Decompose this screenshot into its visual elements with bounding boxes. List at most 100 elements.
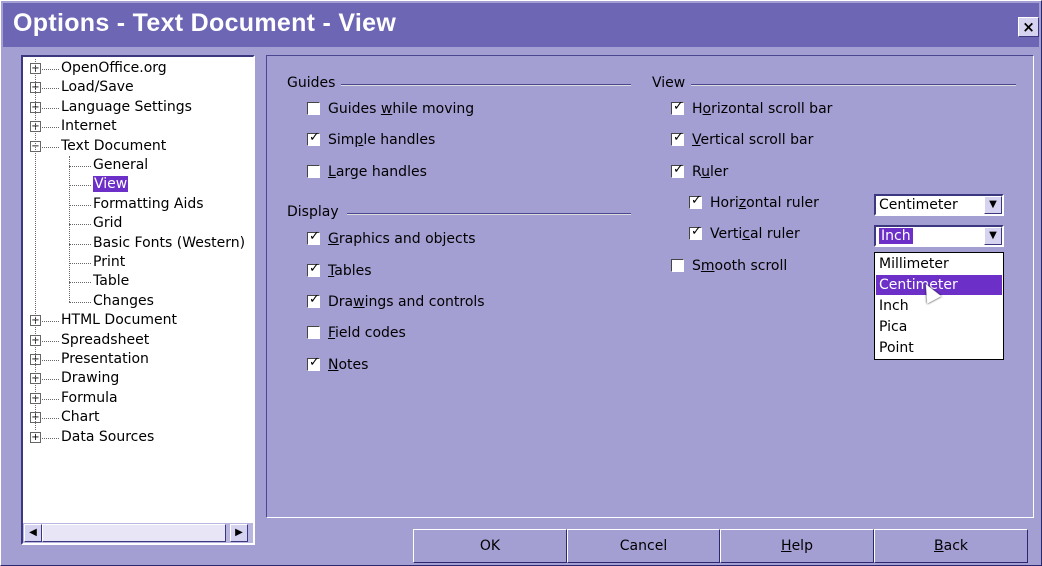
- tree-item-table[interactable]: Table: [93, 272, 129, 291]
- tree-item-internet[interactable]: Internet: [61, 117, 117, 136]
- checkbox-label: Vertical ruler: [710, 226, 800, 242]
- tree-item-openoffice-org[interactable]: OpenOffice.org: [61, 59, 167, 78]
- tree-connector: [42, 418, 59, 420]
- tree-item-language-settings[interactable]: Language Settings: [61, 98, 192, 117]
- display-tables-checkbox[interactable]: ✓ Tables: [307, 261, 372, 282]
- checkbox-box[interactable]: ✓: [689, 193, 702, 209]
- checkbox-label: Tables: [328, 263, 372, 279]
- tree-item-data-sources[interactable]: Data Sources: [61, 428, 154, 447]
- ok-button[interactable]: OK: [413, 529, 567, 563]
- tree-item-presentation[interactable]: Presentation: [61, 350, 149, 369]
- tree-connector: [42, 69, 59, 70]
- checkbox-box[interactable]: ✓: [671, 162, 684, 178]
- tree-item-text-document[interactable]: Text Document: [61, 137, 166, 156]
- checkmark-icon: ✓: [691, 224, 702, 239]
- guides-divider: [341, 84, 631, 86]
- tree-item-print[interactable]: Print: [93, 253, 125, 272]
- display-field-codes-checkbox[interactable]: Field codes: [307, 324, 406, 344]
- tree-connector: [69, 166, 91, 167]
- checkbox-box[interactable]: [307, 102, 320, 115]
- guides-group-title: Guides: [287, 75, 336, 91]
- display-drawings-and-controls-checkbox[interactable]: ✓ Drawings and controls: [307, 292, 485, 313]
- checkmark-icon: ✓: [673, 162, 684, 177]
- scroll-right-icon[interactable]: ▶: [230, 524, 248, 542]
- tree-item-general[interactable]: General: [93, 156, 148, 175]
- checkbox-box[interactable]: ✓: [689, 224, 702, 240]
- tree-item-drawing[interactable]: Drawing: [61, 369, 119, 388]
- tree-item-changes[interactable]: Changes: [93, 292, 154, 311]
- tree-item-chart[interactable]: Chart: [61, 408, 99, 427]
- horizontal-ruler-unit-value: Centimeter: [879, 197, 958, 213]
- cancel-button[interactable]: Cancel: [567, 529, 720, 563]
- checkbox-box[interactable]: ✓: [671, 130, 684, 146]
- close-icon[interactable]: ×: [1018, 17, 1039, 37]
- view-vertical-scroll-bar-checkbox[interactable]: ✓ Vertical scroll bar: [671, 130, 813, 151]
- back-accelerator: B: [934, 538, 944, 554]
- tree-item-grid[interactable]: Grid: [93, 214, 122, 233]
- checkmark-icon: ✓: [309, 355, 320, 370]
- tree-horizontal-scrollbar[interactable]: ◀ ▶: [23, 523, 253, 543]
- checkbox-label: Drawings and controls: [328, 294, 485, 310]
- tree-item-html-document[interactable]: HTML Document: [61, 311, 177, 330]
- tree-connector: [42, 321, 59, 323]
- tree-item-label: Internet: [61, 118, 117, 135]
- back-button[interactable]: Back: [874, 529, 1028, 563]
- options-dialog: Options - Text Document - View × OpenOff…: [0, 0, 1042, 566]
- checkbox-box[interactable]: ✓: [307, 261, 320, 277]
- checkbox-box[interactable]: [307, 326, 320, 339]
- view-ruler-checkbox[interactable]: ✓ Ruler: [671, 162, 728, 183]
- checkbox-label: Simple handles: [328, 132, 436, 148]
- horizontal-ruler-unit-select[interactable]: Centimeter ▼: [874, 194, 1004, 216]
- scroll-thumb[interactable]: [42, 524, 226, 542]
- checkbox-label: Notes: [328, 357, 369, 373]
- title-bar[interactable]: Options - Text Document - View ×: [3, 3, 1039, 47]
- tree-item-basic-fonts-western[interactable]: Basic Fonts (Western): [93, 234, 245, 253]
- unit-dropdown-list[interactable]: Millimeter Centimeter Inch Pica Point: [874, 252, 1004, 360]
- unit-option-millimeter[interactable]: Millimeter: [876, 254, 1002, 274]
- view-horizontal-ruler-checkbox[interactable]: ✓ Horizontal ruler: [689, 193, 819, 214]
- unit-option-pica[interactable]: Pica: [876, 317, 1002, 337]
- unit-option-point[interactable]: Point: [876, 338, 1002, 358]
- tree-connector: [42, 398, 59, 400]
- guides-simple-handles-checkbox[interactable]: ✓ Simple handles: [307, 130, 436, 151]
- vertical-ruler-unit-select[interactable]: Inch ▼: [874, 225, 1004, 247]
- checkmark-icon: ✓: [673, 99, 684, 114]
- checkbox-box[interactable]: [671, 259, 684, 272]
- tree-item-formatting-aids[interactable]: Formatting Aids: [93, 195, 204, 214]
- tree-item-label: Spreadsheet: [61, 331, 150, 348]
- view-smooth-scroll-checkbox[interactable]: Smooth scroll: [671, 257, 787, 277]
- help-button[interactable]: Help: [720, 529, 874, 563]
- chevron-down-icon[interactable]: ▼: [984, 227, 1002, 245]
- tree-item-label: HTML Document: [61, 312, 177, 329]
- checkbox-box[interactable]: ✓: [671, 99, 684, 115]
- chevron-down-icon[interactable]: ▼: [984, 196, 1002, 214]
- tree-item-formula[interactable]: Formula: [61, 389, 118, 408]
- view-horizontal-scroll-bar-checkbox[interactable]: ✓ Horizontal scroll bar: [671, 99, 832, 120]
- checkbox-box[interactable]: ✓: [307, 229, 320, 245]
- tree-item-label: Changes: [93, 292, 154, 309]
- scroll-left-icon[interactable]: ◀: [24, 524, 42, 542]
- unit-option-inch[interactable]: Inch: [876, 296, 1002, 316]
- tree-item-load-save[interactable]: Load/Save: [61, 78, 134, 97]
- checkmark-icon: ✓: [309, 292, 320, 307]
- guides-guides-while-moving-checkbox[interactable]: Guides while moving: [307, 100, 474, 120]
- tree-item-spreadsheet[interactable]: Spreadsheet: [61, 331, 149, 350]
- display-notes-checkbox[interactable]: ✓ Notes: [307, 355, 369, 376]
- tree-item-view[interactable]: View: [93, 175, 129, 194]
- guides-large-handles-checkbox[interactable]: Large handles: [307, 163, 427, 183]
- expand-icon[interactable]: +: [30, 431, 41, 443]
- checkbox-box[interactable]: ✓: [307, 130, 320, 146]
- options-tree[interactable]: OpenOffice.org + Load/Save + Language Settin…: [21, 55, 255, 545]
- tree-connector: [42, 340, 59, 342]
- view-vertical-ruler-checkbox[interactable]: ✓ Vertical ruler: [689, 224, 800, 245]
- checkbox-box[interactable]: ✓: [307, 292, 320, 308]
- help-label: elp: [791, 538, 813, 554]
- display-graphics-and-objects-checkbox[interactable]: ✓ Graphics and objects: [307, 229, 476, 250]
- tree-item-label: Data Sources: [61, 428, 155, 445]
- tree-connector: [42, 88, 59, 90]
- display-divider: [347, 213, 631, 215]
- tree-connector: [42, 127, 59, 129]
- tree-item-label: General: [93, 157, 149, 173]
- checkbox-box[interactable]: ✓: [307, 355, 320, 371]
- checkbox-box[interactable]: [307, 165, 320, 178]
